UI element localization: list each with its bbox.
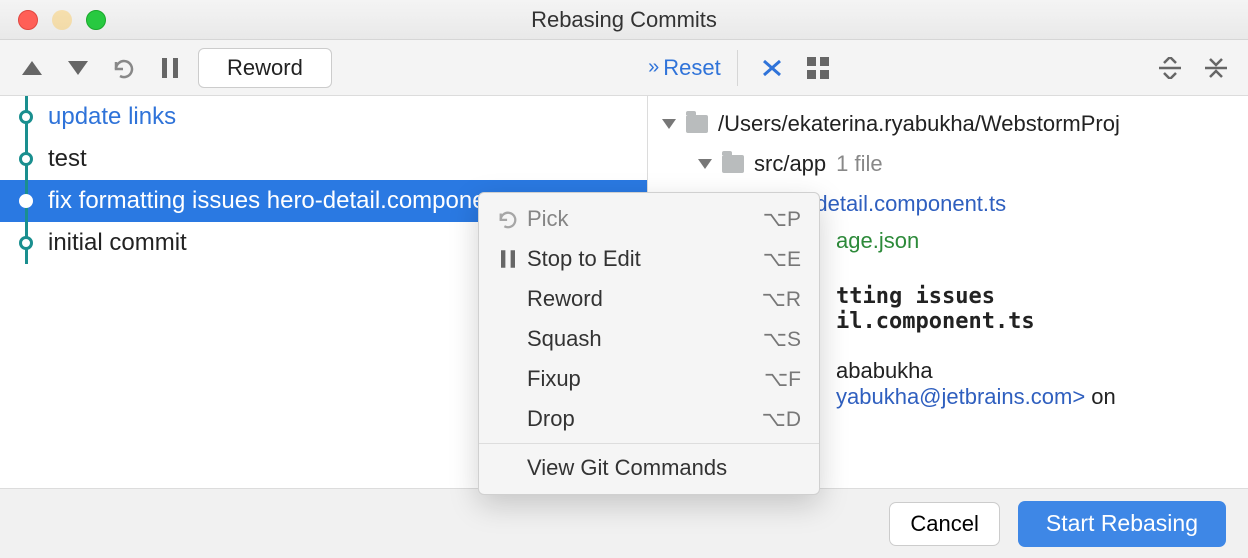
start-rebasing-button[interactable]: Start Rebasing xyxy=(1018,501,1226,547)
expand-all-icon[interactable] xyxy=(1152,50,1188,86)
graph-node-icon xyxy=(19,194,33,208)
tree-folder-hint: 1 file xyxy=(836,151,882,177)
divider xyxy=(737,50,738,86)
undo-icon xyxy=(493,209,523,229)
menu-item-pick[interactable]: Pick ⌥P xyxy=(479,199,819,239)
graph-node-icon xyxy=(19,152,33,166)
menu-label: Fixup xyxy=(523,366,764,392)
reset-button[interactable]: » Reset xyxy=(648,55,721,81)
commit-detail-line: tting issues xyxy=(836,284,1248,309)
folder-icon xyxy=(722,155,744,173)
menu-label: Pick xyxy=(523,206,763,232)
commit-email-line: yabukha@jetbrains.com> on xyxy=(836,384,1248,410)
chevron-down-icon[interactable] xyxy=(662,119,676,129)
dialog-footer: Cancel Start Rebasing xyxy=(0,488,1248,558)
commit-detail-line: il.component.ts xyxy=(836,309,1248,334)
commit-message: test xyxy=(46,145,87,173)
pause-icon xyxy=(493,250,523,268)
undo-button[interactable] xyxy=(106,50,142,86)
commit-author-line: ababukha xyxy=(836,358,1248,384)
tree-root[interactable]: /Users/ekaterina.ryabukha/WebstormProj xyxy=(658,104,1248,144)
graph-node-icon xyxy=(19,110,33,124)
menu-shortcut: ⌥R xyxy=(762,287,801,312)
commit-email[interactable]: yabukha@jetbrains.com> xyxy=(836,384,1085,409)
context-menu: Pick ⌥P Stop to Edit ⌥E Reword ⌥R Squash… xyxy=(478,192,820,495)
menu-label: Stop to Edit xyxy=(523,246,763,272)
move-up-button[interactable] xyxy=(14,50,50,86)
menu-shortcut: ⌥P xyxy=(763,207,801,232)
tree-root-path: /Users/ekaterina.ryabukha/WebstormProj xyxy=(718,111,1120,137)
graph-node-icon xyxy=(19,236,33,250)
menu-shortcut: ⌥D xyxy=(762,407,801,432)
menu-label: Drop xyxy=(523,406,762,432)
menu-item-reword[interactable]: Reword ⌥R xyxy=(479,279,819,319)
merge-icon[interactable] xyxy=(754,50,790,86)
menu-label: Reword xyxy=(523,286,762,312)
commit-message: update links xyxy=(46,103,176,131)
commit-row[interactable]: update links xyxy=(0,96,647,138)
menu-shortcut: ⌥S xyxy=(763,327,801,352)
menu-label: View Git Commands xyxy=(523,455,801,481)
collapse-all-icon[interactable] xyxy=(1198,50,1234,86)
commit-row[interactable]: test xyxy=(0,138,647,180)
tree-file-name: age.json xyxy=(836,228,919,254)
toolbar: Reword » Reset xyxy=(0,40,1248,96)
tree-folder[interactable]: src/app 1 file xyxy=(658,144,1248,184)
menu-item-view-git-commands[interactable]: View Git Commands xyxy=(479,448,819,488)
grid-icon[interactable] xyxy=(800,50,836,86)
menu-separator xyxy=(479,443,819,444)
tree-folder-name: src/app xyxy=(754,151,826,177)
cancel-button[interactable]: Cancel xyxy=(889,502,999,546)
menu-label: Squash xyxy=(523,326,763,352)
reword-button[interactable]: Reword xyxy=(198,48,332,88)
titlebar: Rebasing Commits xyxy=(0,0,1248,40)
menu-item-drop[interactable]: Drop ⌥D xyxy=(479,399,819,439)
commit-message: initial commit xyxy=(46,229,187,257)
pause-button[interactable] xyxy=(152,50,188,86)
menu-shortcut: ⌥E xyxy=(763,247,801,272)
menu-shortcut: ⌥F xyxy=(764,367,801,392)
menu-item-squash[interactable]: Squash ⌥S xyxy=(479,319,819,359)
reset-label: Reset xyxy=(663,55,720,81)
chevron-down-icon[interactable] xyxy=(698,159,712,169)
folder-icon xyxy=(686,115,708,133)
menu-item-fixup[interactable]: Fixup ⌥F xyxy=(479,359,819,399)
window-title: Rebasing Commits xyxy=(0,7,1248,33)
move-down-button[interactable] xyxy=(60,50,96,86)
menu-item-stop-to-edit[interactable]: Stop to Edit ⌥E xyxy=(479,239,819,279)
commit-message: fix formatting issues hero-detail.compon… xyxy=(46,187,531,215)
